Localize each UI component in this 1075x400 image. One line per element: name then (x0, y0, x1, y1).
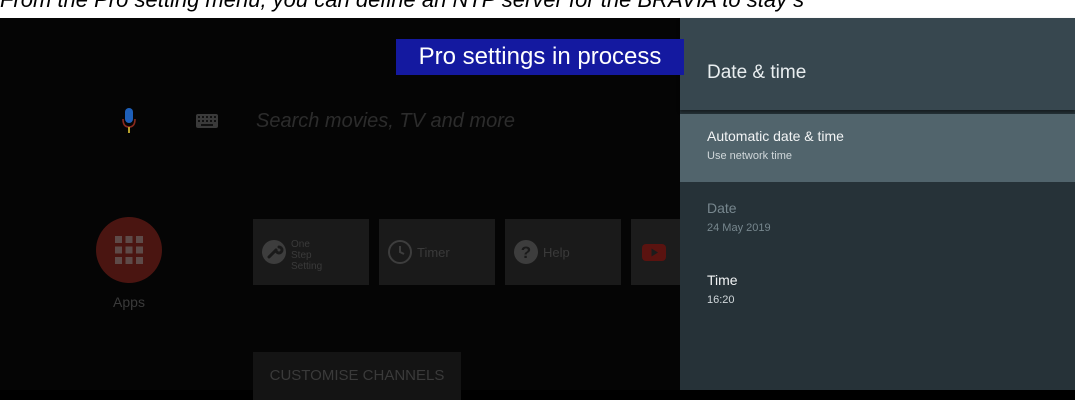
customise-channels-button[interactable]: CUSTOMISE CHANNELS (253, 352, 461, 400)
youtube-icon (642, 244, 666, 261)
tile-youtube[interactable] (631, 219, 680, 285)
menu-item-title: Automatic date & time (707, 128, 844, 144)
menu-item-subtitle: 24 May 2019 (707, 222, 771, 234)
apps-grid-icon (115, 236, 143, 264)
tile-label: Timer (417, 245, 450, 260)
menu-item-title: Date (707, 200, 737, 216)
search-placeholder[interactable]: Search movies, TV and more (256, 110, 515, 133)
tile-label: One Step Setting (291, 239, 323, 272)
menu-item-subtitle: Use network time (707, 150, 792, 162)
pro-settings-banner: Pro settings in process (396, 39, 684, 75)
tile-label: Help (543, 245, 570, 260)
menu-item-title: Time (707, 272, 738, 288)
apps-button[interactable] (96, 217, 162, 283)
menu-item-subtitle: 16:20 (707, 294, 735, 306)
tile-timer[interactable]: Timer (379, 219, 495, 285)
help-icon: ? (514, 240, 538, 264)
wrench-icon (262, 240, 286, 264)
tile-one-step-setting[interactable]: One Step Setting (253, 219, 369, 285)
menu-item-date[interactable]: Date 24 May 2019 (680, 186, 1075, 254)
home-screen: Pro settings in process Search movies, T… (0, 18, 684, 400)
menu-item-automatic-date-time[interactable]: Automatic date & time Use network time (680, 114, 1075, 182)
svg-text:?: ? (521, 243, 531, 262)
caption-text: From the Pro setting menu, you can defin… (0, 0, 804, 13)
caption-strip: From the Pro setting menu, you can defin… (0, 0, 1075, 18)
keyboard-icon[interactable] (196, 114, 218, 128)
panel-title: Date & time (707, 62, 807, 83)
panel-header: Date & time (680, 18, 1075, 110)
microphone-icon[interactable] (122, 108, 136, 136)
clock-icon (388, 240, 412, 264)
menu-item-time[interactable]: Time 16:20 (680, 258, 1075, 326)
settings-panel: Date & time Automatic date & time Use ne… (680, 18, 1075, 390)
tile-help[interactable]: ? Help (505, 219, 621, 285)
apps-label: Apps (113, 294, 145, 310)
